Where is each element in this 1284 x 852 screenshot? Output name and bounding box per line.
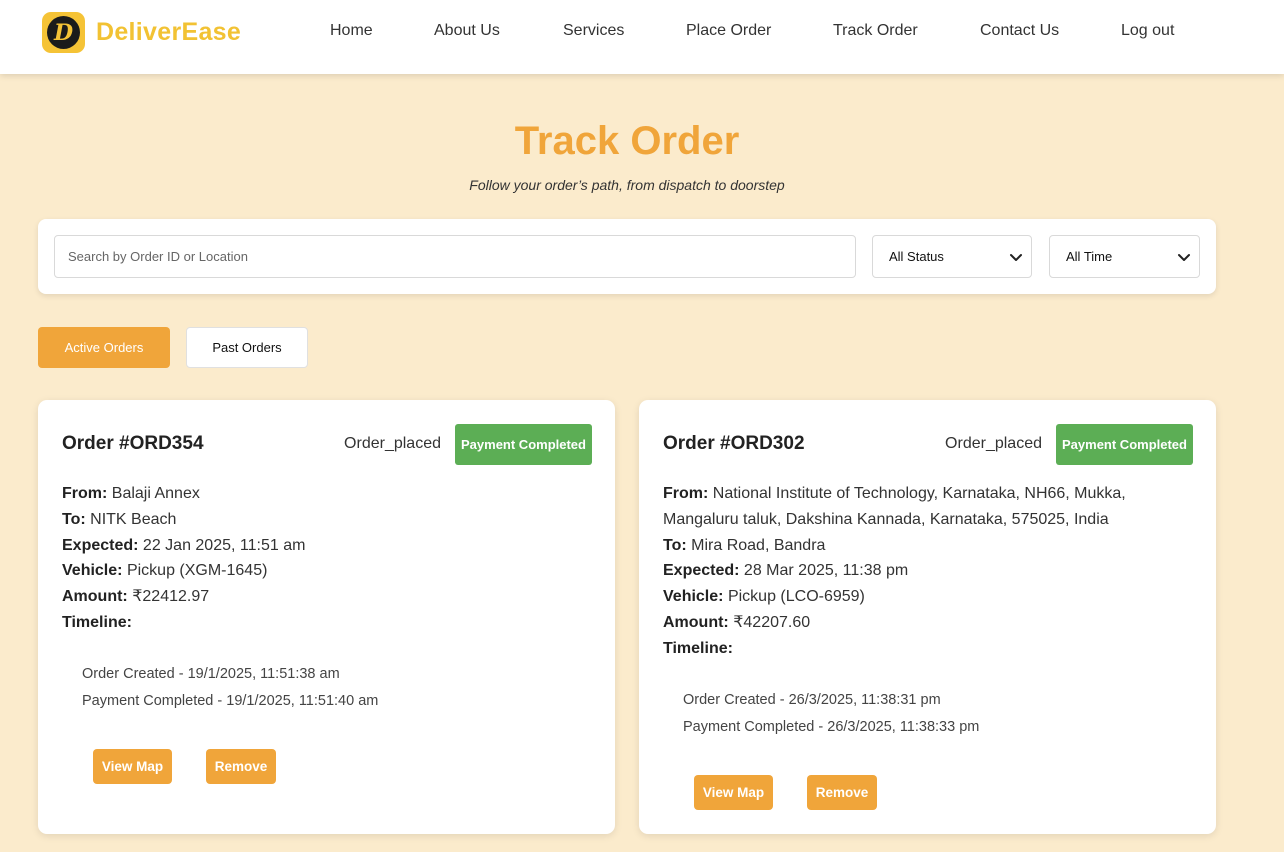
nav-track-order[interactable]: Track Order [833,22,918,40]
order-id: Order #ORD354 [62,433,204,454]
timeline-list: Order Created - 19/1/2025, 11:51:38 am P… [82,661,378,715]
payment-status-badge: Payment Completed [455,424,592,465]
timeline-entry: Order Created - 19/1/2025, 11:51:38 am [82,666,340,682]
timeline-entry: Payment Completed - 26/3/2025, 11:38:33 … [683,719,980,735]
brand-name: DeliverEase [96,18,242,46]
to-row: To: NITK Beach [62,507,582,533]
nav-about-us[interactable]: About Us [434,22,500,40]
order-id: Order #ORD302 [663,433,805,454]
tab-active-orders[interactable]: Active Orders [38,327,170,368]
to-value: Mira Road, Bandra [691,536,826,554]
from-row: From: Balaji Annex [62,481,582,507]
view-map-button[interactable]: View Map [93,749,172,784]
expected-row: Expected: 28 Mar 2025, 11:38 pm [663,558,1153,584]
expected-row: Expected: 22 Jan 2025, 11:51 am [62,533,582,559]
amount-label: Amount: [62,588,128,606]
amount-label: Amount: [663,613,729,631]
amount-row: Amount: ₹42207.60 [663,610,1153,636]
brand-logo[interactable]: D DeliverEase [42,12,241,53]
expected-value: 22 Jan 2025, 11:51 am [142,536,306,554]
order-status: Order_placed [344,435,441,452]
chevron-down-icon [1178,254,1190,261]
top-navbar: D DeliverEase Home About Us Services Pla… [0,0,1284,74]
timeline-label: Timeline: [663,639,733,657]
to-value: NITK Beach [90,510,177,528]
amount-row: Amount: ₹22412.97 [62,584,582,610]
amount-value: ₹42207.60 [733,613,811,631]
time-filter-value: All Time [1066,249,1113,264]
order-card: Order #ORD354 Order_placed Payment Compl… [38,400,615,834]
to-label: To: [663,536,687,554]
logo-letter: D [47,16,80,49]
vehicle-row: Vehicle: Pickup (XGM-1645) [62,558,582,584]
time-filter-select[interactable]: All Time [1049,235,1200,278]
nav-services[interactable]: Services [563,22,624,40]
view-map-button[interactable]: View Map [694,775,773,810]
order-details: From: Balaji Annex To: NITK Beach Expect… [62,481,582,636]
status-filter-value: All Status [889,249,944,264]
nav-log-out[interactable]: Log out [1121,22,1174,40]
nav-contact-us[interactable]: Contact Us [980,22,1059,40]
to-row: To: Mira Road, Bandra [663,533,1153,559]
from-value: Balaji Annex [111,485,200,502]
search-input[interactable] [54,235,856,278]
from-value: National Institute of Technology, Karnat… [663,485,1126,528]
from-label: From: [62,485,108,502]
tab-past-orders[interactable]: Past Orders [186,327,308,368]
remove-button[interactable]: Remove [206,749,276,784]
order-details: From: National Institute of Technology, … [663,481,1153,662]
timeline-entry: Order Created - 26/3/2025, 11:38:31 pm [683,692,941,708]
order-status: Order_placed [945,435,1042,452]
to-label: To: [62,510,86,528]
timeline-entry: Payment Completed - 19/1/2025, 11:51:40 … [82,693,379,709]
expected-value: 28 Mar 2025, 11:38 pm [743,562,909,580]
logo-icon: D [42,12,85,53]
vehicle-row: Vehicle: Pickup (LCO-6959) [663,584,1153,610]
vehicle-label: Vehicle: [663,588,724,606]
timeline-label: Timeline: [62,613,132,631]
order-card: Order #ORD302 Order_placed Payment Compl… [639,400,1216,834]
from-row: From: National Institute of Technology, … [663,481,1153,533]
amount-value: ₹22412.97 [132,588,210,606]
payment-status-badge: Payment Completed [1056,424,1193,465]
expected-label: Expected: [62,536,139,554]
filter-bar: All Status All Time [38,219,1216,294]
page-title: Track Order [514,119,740,163]
timeline-list: Order Created - 26/3/2025, 11:38:31 pm P… [683,687,979,741]
vehicle-value: Pickup (LCO-6959) [727,588,865,606]
timeline-row: Timeline: [663,636,1153,662]
expected-label: Expected: [663,562,740,580]
nav-home[interactable]: Home [330,22,373,40]
chevron-down-icon [1010,254,1022,261]
vehicle-value: Pickup (XGM-1645) [126,562,268,580]
from-label: From: [663,485,709,502]
vehicle-label: Vehicle: [62,562,123,580]
page-subtitle: Follow your order’s path, from dispatch … [469,177,785,193]
nav-place-order[interactable]: Place Order [686,22,771,40]
remove-button[interactable]: Remove [807,775,877,810]
timeline-row: Timeline: [62,610,582,636]
status-filter-select[interactable]: All Status [872,235,1032,278]
